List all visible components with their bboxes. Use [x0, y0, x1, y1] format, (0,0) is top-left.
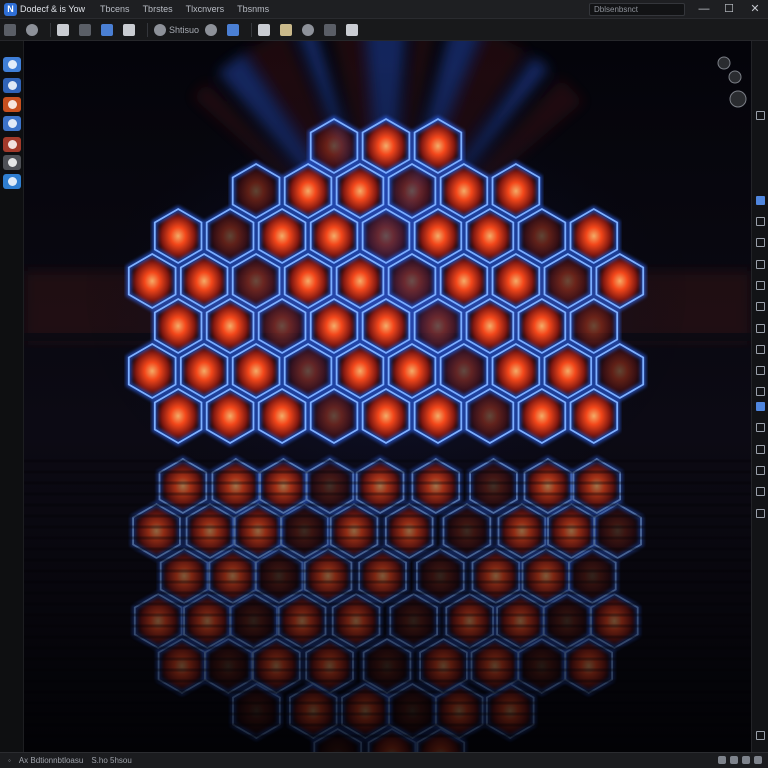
brush-icon: [79, 23, 91, 36]
material-icon: [154, 23, 166, 36]
orbit-tool-icon[interactable]: [3, 174, 21, 189]
status-version-icon[interactable]: [742, 756, 750, 764]
status-text-stats: S.ho 5hsou: [91, 756, 132, 765]
undo-button[interactable]: [302, 22, 318, 38]
output-panel-icon[interactable]: [756, 445, 765, 454]
scene-panel-icon[interactable]: [756, 260, 765, 269]
document-icon: [258, 23, 271, 36]
settings-panel-icon[interactable]: [756, 731, 765, 740]
app-title: Dodecf & is Yow: [20, 4, 86, 14]
fire-tool-icon[interactable]: [3, 97, 21, 112]
open-button[interactable]: [26, 22, 42, 38]
lighting-icon: [227, 23, 240, 36]
menu-item-3[interactable]: Tlxcnvers: [186, 4, 225, 14]
mesh-tool-icon[interactable]: [3, 155, 21, 170]
main-toolbar: Shtisuo: [0, 19, 768, 52]
app-logo-icon: N: [4, 2, 17, 16]
status-info-icon[interactable]: [718, 756, 726, 764]
save-button[interactable]: [57, 22, 73, 38]
status-scene-icon: ◦: [8, 756, 11, 765]
outliner-panel-icon[interactable]: [756, 217, 765, 226]
undo-icon: [302, 23, 315, 36]
minimize-button[interactable]: —: [692, 0, 716, 19]
status-sync-icon[interactable]: [754, 756, 762, 764]
cloud-button[interactable]: [324, 22, 340, 38]
maximize-button[interactable]: ☐: [717, 0, 741, 19]
filter-button[interactable]: [346, 22, 362, 38]
texture-panel-icon[interactable]: [756, 387, 765, 396]
sphere-tool-icon[interactable]: [3, 57, 21, 72]
layers-button[interactable]: [123, 22, 139, 38]
material-button[interactable]: Shtisuo: [154, 22, 199, 38]
render-panel-icon[interactable]: [756, 423, 765, 432]
particles-panel-icon[interactable]: [756, 509, 765, 518]
brush-button[interactable]: [79, 22, 95, 38]
toolbar-separator: [50, 22, 51, 37]
folder-icon: [280, 23, 293, 36]
status-text-object: Ax Bdtionnbtloasu: [18, 756, 84, 765]
physics-panel-icon[interactable]: [756, 324, 765, 333]
right-panel-strip: [751, 41, 768, 752]
layers-icon: [123, 23, 135, 36]
cube-tool-icon[interactable]: [3, 137, 21, 152]
open-icon: [26, 23, 38, 36]
scene-render: [24, 41, 751, 752]
constraints-panel-icon[interactable]: [756, 345, 765, 354]
status-right-icons: [714, 756, 762, 764]
left-tool-strip: [0, 41, 24, 752]
properties-panel-icon[interactable]: [756, 196, 765, 205]
lighting-button[interactable]: [227, 22, 243, 38]
toolbar-separator: [147, 22, 148, 37]
status-bar: ◦ Ax Bdtionnbtloasu S.ho 5hsou: [0, 752, 768, 768]
render-icon: [205, 23, 218, 36]
data-panel-icon[interactable]: [756, 366, 765, 375]
menu-item-2[interactable]: Tbrstes: [143, 4, 173, 14]
3d-viewport[interactable]: [24, 41, 751, 752]
document-button[interactable]: [258, 22, 274, 38]
panel-toggle-icon[interactable]: [756, 111, 765, 120]
view-layer-panel-icon[interactable]: [756, 466, 765, 475]
material-panel-icon[interactable]: [756, 402, 765, 411]
cloud-icon: [324, 23, 337, 36]
folder-button[interactable]: [280, 22, 296, 38]
collection-panel-icon[interactable]: [756, 487, 765, 496]
title-bar: N Dodecf & is Yow Tbcens Tbrstes Tlxcnve…: [0, 0, 768, 19]
filter-icon: [346, 23, 359, 36]
menu-item-4[interactable]: Tbsnms: [237, 4, 269, 14]
save-icon: [57, 23, 69, 36]
close-button[interactable]: ✕: [743, 0, 767, 19]
menu-item-1[interactable]: Tbcens: [100, 4, 130, 14]
transform-button[interactable]: [101, 22, 117, 38]
link-tool-icon[interactable]: [3, 116, 21, 131]
object-panel-icon[interactable]: [756, 302, 765, 311]
title-search-input[interactable]: Dblsenbsnct: [589, 3, 685, 16]
new-file-icon: [4, 23, 16, 36]
status-memory-icon[interactable]: [730, 756, 738, 764]
material-label: Shtisuo: [169, 24, 200, 35]
globe-tool-icon[interactable]: [3, 78, 21, 93]
modifier-panel-icon[interactable]: [756, 238, 765, 247]
world-panel-icon[interactable]: [756, 281, 765, 290]
transform-icon: [101, 23, 113, 36]
render-button[interactable]: [205, 22, 221, 38]
new-file-button[interactable]: [4, 22, 20, 38]
toolbar-separator: [251, 22, 253, 37]
